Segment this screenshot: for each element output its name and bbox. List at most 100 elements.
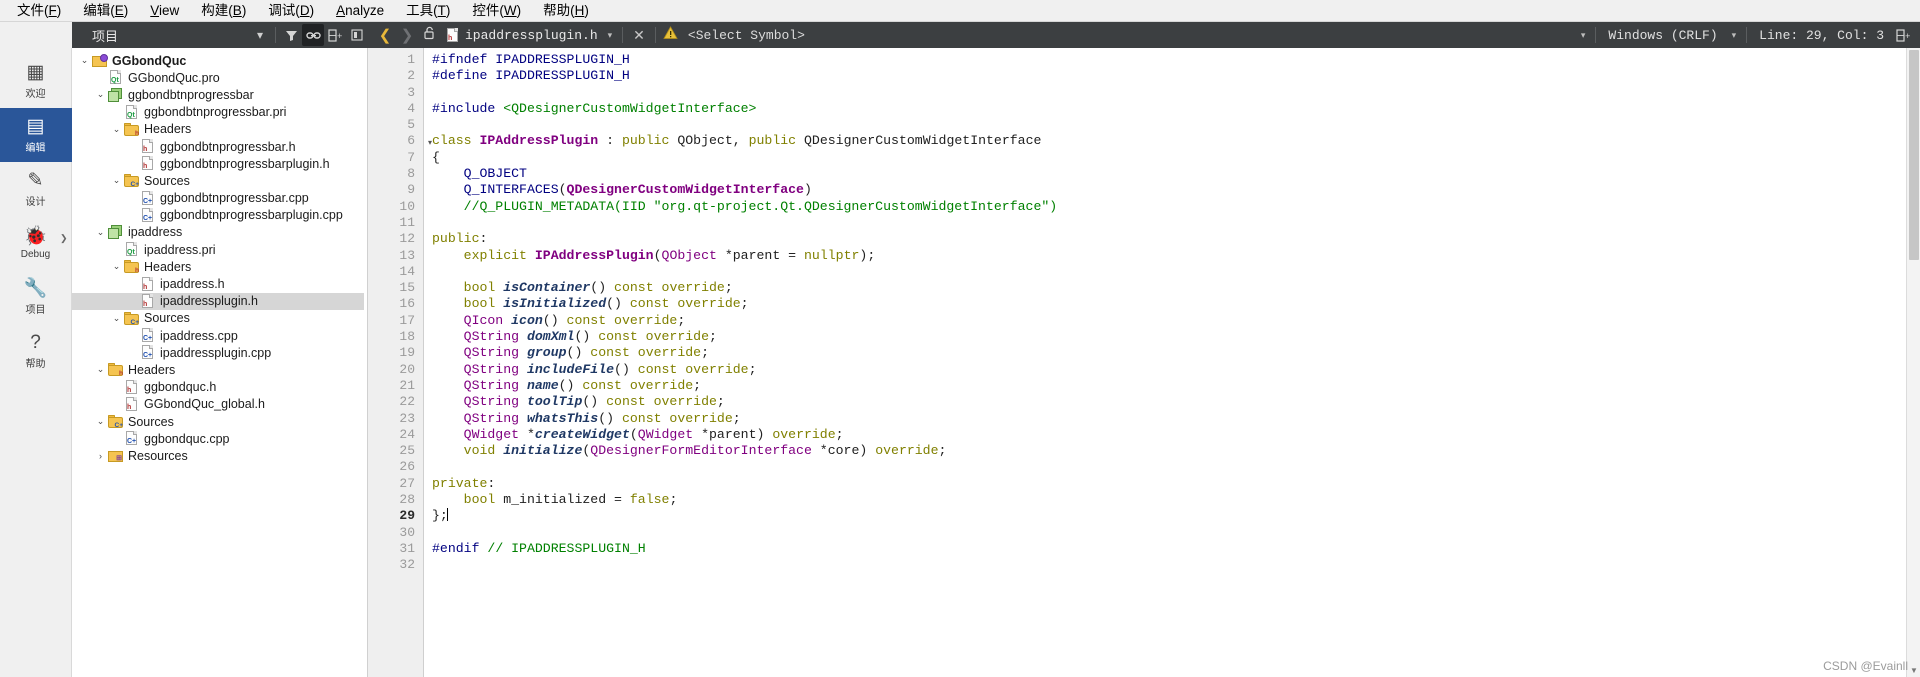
rail-item-2[interactable]: ▤ 编辑 — [0, 108, 72, 162]
menu-item-5[interactable]: 调试(D) — [257, 1, 325, 21]
tree-node[interactable]: ⌄ ggbondbtnprogressbar — [72, 86, 367, 103]
menu-item-4[interactable]: 构建(B) — [190, 1, 257, 21]
code-token: , — [732, 133, 749, 149]
code-token: #ifndef IPADDRESSPLUGIN_H — [432, 52, 630, 67]
code-token: const override — [598, 329, 709, 345]
scroll-down-arrow[interactable]: ▼ — [1907, 664, 1920, 677]
tree-node[interactable]: h ggbondquc.h — [72, 379, 367, 396]
panel-icon[interactable] — [346, 24, 368, 46]
tree-node[interactable]: ⌄ C+ Sources — [72, 172, 367, 189]
cpp-file-icon: C+ — [141, 190, 154, 206]
open-file-name: ipaddressplugin.h — [465, 27, 598, 43]
tree-node[interactable]: Qt ggbondbtnprogressbar.pri — [72, 104, 367, 121]
rail-item-5[interactable]: 🔧 项目 — [0, 270, 72, 324]
close-file-button[interactable]: ✕ — [627, 27, 651, 44]
code-token: QString — [432, 361, 527, 377]
open-file-caret[interactable]: ▾ — [602, 30, 619, 41]
tree-node[interactable]: h GGbondQuc_global.h — [72, 396, 367, 413]
line-number: 5 — [407, 117, 415, 133]
menu-item-6[interactable]: Analyze — [325, 1, 395, 21]
tree-node[interactable]: ⌄ h Headers — [72, 361, 367, 378]
menu-item-3[interactable]: View — [139, 1, 190, 21]
code-line: QString domXml() const override; — [432, 329, 1920, 345]
chevron-down-icon[interactable]: ⌄ — [94, 227, 107, 238]
code-editor[interactable]: 1 2 3 4 5 6 ▾ 7 8 9 10 11 12 13 14 15 16 17 18 19 20 21 22 23 24… — [368, 48, 1920, 677]
line-ending-caret[interactable]: ▾ — [1726, 30, 1743, 41]
tree-node-label: ipaddress — [128, 225, 183, 240]
tree-node[interactable]: ⌄ GGbondQuc — [72, 52, 367, 69]
tree-node[interactable]: ⌄ h Headers — [72, 121, 367, 138]
editor-scrollbar[interactable]: ▲ ▼ — [1906, 48, 1920, 677]
project-mode-label[interactable]: 项目 — [80, 26, 118, 45]
rail-item-3[interactable]: ✎ 设计 — [0, 162, 72, 216]
project-tree-panel[interactable]: ⌄ GGbondQuc Qt GGbondQuc.pro ⌄ ggbondbtnprogr… — [72, 48, 368, 677]
tree-node[interactable]: C+ ggbondbtnprogressbarplugin.cpp — [72, 207, 367, 224]
chevron-down-icon[interactable]: ⌄ — [110, 313, 123, 324]
tree-node[interactable]: h ipaddress.h — [72, 275, 367, 292]
code-token: QString — [432, 394, 527, 410]
code-token: whatsThis — [526, 410, 599, 426]
menu-item-8[interactable]: 控件(W) — [461, 1, 532, 21]
navigate-back-button[interactable]: ❮ — [374, 26, 396, 44]
tree-node[interactable]: ⌄ h Headers — [72, 258, 367, 275]
menu-item-2[interactable]: 编辑(E) — [72, 1, 139, 21]
chevron-right-icon[interactable]: › — [94, 451, 107, 461]
chevron-down-icon[interactable]: ⌄ — [94, 89, 107, 100]
rail-item-6[interactable]: ? 帮助 — [0, 324, 72, 378]
code-token: QObject — [661, 247, 717, 263]
chevron-down-icon[interactable]: ⌄ — [110, 175, 123, 186]
toolbar-separator — [1746, 27, 1748, 43]
tree-node-label: GGbondQuc.pro — [128, 70, 220, 85]
split-editor-icon[interactable]: + — [1892, 24, 1914, 46]
scrollbar-thumb[interactable] — [1909, 50, 1919, 260]
navigate-forward-button[interactable]: ❯ — [396, 26, 418, 44]
tree-node[interactable]: C+ ipaddress.cpp — [72, 327, 367, 344]
tree-node[interactable]: C+ ggbondbtnprogressbar.cpp — [72, 190, 367, 207]
h-file-icon: h — [125, 379, 138, 395]
fold-marker-icon[interactable]: ▾ — [428, 136, 432, 152]
tree-node-label: ggbondquc.cpp — [144, 431, 230, 446]
chevron-down-icon[interactable]: ⌄ — [110, 124, 123, 135]
tree-node[interactable]: h ipaddressplugin.h — [72, 292, 367, 310]
open-file-tab[interactable]: h ipaddressplugin.h — [442, 27, 602, 43]
split-icon[interactable]: + — [324, 24, 346, 46]
tree-node[interactable]: h ggbondbtnprogressbar.h — [72, 138, 367, 155]
tree-node[interactable]: › ⊞ Resources — [72, 447, 367, 464]
tree-node[interactable]: C+ ipaddressplugin.cpp — [72, 344, 367, 361]
code-content[interactable]: #ifndef IPADDRESSPLUGIN_H #define IPADDRE… — [424, 48, 1920, 677]
tree-node[interactable]: ⌄ C+ Sources — [72, 413, 367, 430]
tree-node[interactable]: ⌄ C+ Sources — [72, 310, 367, 327]
filter-icon[interactable] — [280, 24, 302, 46]
code-token: QObject — [677, 133, 733, 149]
menu-item-9[interactable]: 帮助(H) — [532, 1, 600, 21]
code-line: explicit IPAddressPlugin(QObject *parent… — [432, 248, 1920, 264]
chevron-down-icon[interactable]: ⌄ — [94, 364, 107, 375]
symbol-selector-caret[interactable]: ▾ — [1575, 30, 1592, 41]
menu-item-7[interactable]: 工具(T) — [395, 1, 461, 21]
line-ending-selector[interactable]: Windows (CRLF) — [1600, 28, 1725, 43]
chevron-down-icon[interactable]: ⌄ — [110, 261, 123, 272]
code-line: Q_INTERFACES(QDesignerCustomWidgetInterf… — [432, 182, 1920, 198]
tree-node[interactable]: h ggbondbtnprogressbarplugin.h — [72, 155, 367, 172]
rail-item-1[interactable]: ▦ 欢迎 — [0, 54, 72, 108]
tree-node[interactable]: Qt GGbondQuc.pro — [72, 69, 367, 86]
tree-node[interactable]: Qt ipaddress.pri — [72, 241, 367, 258]
tree-scrollbar[interactable] — [364, 48, 367, 677]
link-icon[interactable] — [302, 24, 324, 46]
symbol-selector[interactable]: <Select Symbol> — [682, 28, 805, 43]
tree-node[interactable]: ⌄ ipaddress — [72, 224, 367, 241]
chevron-down-icon[interactable]: ⌄ — [78, 55, 91, 66]
unlocked-padlock-icon[interactable] — [418, 26, 442, 45]
tree-node[interactable]: C+ ggbondquc.cpp — [72, 430, 367, 447]
qt-pro-file-icon: Qt — [109, 70, 122, 85]
warning-triangle-icon[interactable] — [660, 25, 682, 45]
pencil-icon: ✎ — [27, 169, 44, 191]
menu-item-1[interactable]: 文件(F) — [6, 1, 72, 21]
tree-node-label: ipaddress.pri — [144, 242, 216, 257]
code-line: #include <QDesignerCustomWidgetInterface… — [432, 101, 1920, 117]
rail-item-4[interactable]: 🐞 Debug ❯ — [0, 216, 72, 270]
code-line: public: — [432, 231, 1920, 247]
project-mode-caret[interactable]: ▾ — [249, 24, 271, 46]
toolbar-row: 项目 ▾ + ❮ ❯ h ipaddressplugin.h ▾ ✕ <Sele… — [0, 22, 1920, 48]
chevron-down-icon[interactable]: ⌄ — [94, 416, 107, 427]
